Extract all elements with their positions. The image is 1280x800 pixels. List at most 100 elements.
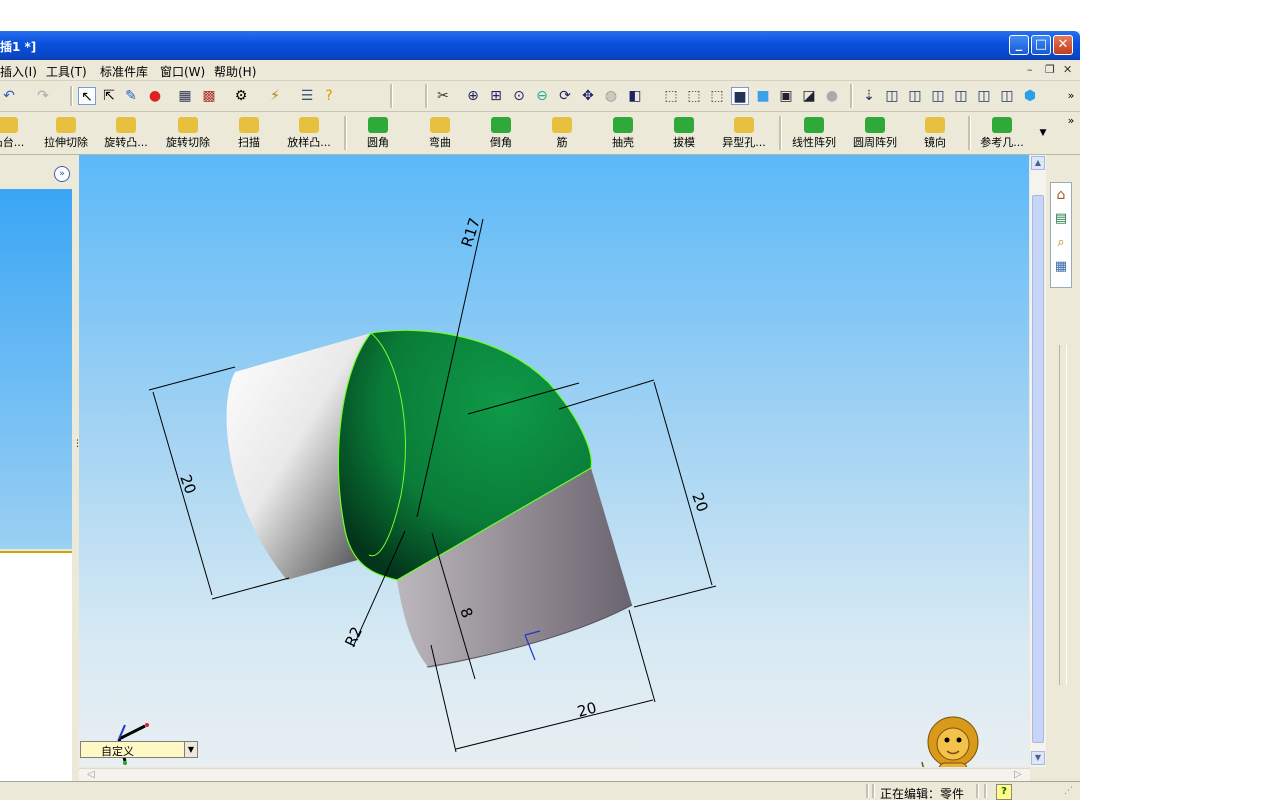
normal-to-icon[interactable]: ⇣ <box>860 87 878 105</box>
shadows-icon[interactable]: ▣ <box>777 87 795 105</box>
dimension-bottom-20[interactable]: 20 <box>575 699 598 721</box>
feature-revolved-boss[interactable]: 旋转凸... <box>96 114 156 150</box>
menu-tools[interactable]: 工具(T) <box>46 63 87 80</box>
right-view-icon[interactable]: ◫ <box>952 87 970 105</box>
feature-chamfer[interactable]: 倒角 <box>471 114 531 150</box>
grid-icon[interactable]: ▦ <box>176 87 194 105</box>
feature-flex[interactable]: 弯曲 <box>410 114 470 150</box>
feature-linear-pattern[interactable]: 线性阵列 <box>784 114 844 150</box>
help-status-icon[interactable]: ? <box>996 784 1012 800</box>
view-palette-icon[interactable]: ▦ <box>1051 255 1071 279</box>
top-view-icon[interactable]: ◫ <box>975 87 993 105</box>
realview-icon[interactable]: ● <box>823 87 841 105</box>
doc-restore-icon[interactable]: ❐ <box>1045 63 1055 76</box>
menu-insert[interactable]: 插入(I) <box>0 63 37 80</box>
expand-pane-icon[interactable]: » <box>54 166 70 182</box>
material-icon[interactable]: ▩ <box>200 87 218 105</box>
isometric-view-icon[interactable]: ⬢ <box>1021 87 1039 105</box>
dimension-r17[interactable]: R17 <box>458 216 484 250</box>
feature-shell[interactable]: 抽壳 <box>593 114 653 150</box>
feature-reference-geometry[interactable]: 参考几... <box>972 114 1032 150</box>
feature-draft[interactable]: 拔模 <box>654 114 714 150</box>
left-view-icon[interactable]: ◫ <box>929 87 947 105</box>
minimize-button[interactable]: _ <box>1009 35 1029 55</box>
dimension-left-20[interactable]: 20 <box>176 472 199 496</box>
toolbar-separator <box>425 84 428 108</box>
zoom-selection-icon[interactable]: ⊖ <box>533 87 551 105</box>
task-pane: ⌂ ▤ ⌕ ▦ <box>1047 155 1077 781</box>
toolbar-separator <box>344 116 347 150</box>
feature-fillet[interactable]: 圆角 <box>348 114 408 150</box>
sweep-icon <box>239 117 259 133</box>
shaded-icon[interactable]: ■ <box>754 87 772 105</box>
close-button[interactable]: ✕ <box>1053 35 1073 55</box>
home-icon[interactable]: ⌂ <box>1051 183 1071 207</box>
doc-minimize-icon[interactable]: – <box>1027 63 1033 76</box>
properties-icon[interactable]: ☰ <box>298 87 316 105</box>
select-icon[interactable]: ↖ <box>78 87 96 105</box>
sketch-icon[interactable]: ✎ <box>122 87 140 105</box>
feature-mirror[interactable]: 镜向 <box>905 114 965 150</box>
hidden-lines-removed-icon[interactable]: ⬚ <box>708 87 726 105</box>
feature-sweep[interactable]: 扫描 <box>219 114 279 150</box>
scroll-left-icon[interactable]: ◁ <box>87 769 95 780</box>
dropdown-arrow-icon[interactable]: ▼ <box>1034 124 1052 142</box>
pan-icon[interactable]: ✥ <box>579 87 597 105</box>
features-overflow-icon[interactable]: » <box>1062 112 1080 130</box>
vertical-scrollbar[interactable]: ▲ ▼ <box>1030 155 1046 767</box>
task-pane-splitter[interactable] <box>1059 345 1067 685</box>
zoom-in-out-icon[interactable]: ⊙ <box>510 87 528 105</box>
scroll-up-icon[interactable]: ▲ <box>1031 156 1045 170</box>
rotate-icon[interactable]: ⟳ <box>556 87 574 105</box>
feature-tree-area[interactable] <box>0 189 72 549</box>
fast-icon[interactable]: ⚡ <box>266 87 284 105</box>
pane-splitter-handle[interactable]: ⋮ <box>73 440 82 471</box>
view-orientation-select[interactable]: 自定义 ▼ <box>80 741 198 758</box>
bottom-view-icon[interactable]: ◫ <box>998 87 1016 105</box>
feature-revolved-cut[interactable]: 旋转切除 <box>158 114 218 150</box>
toolbar-separator <box>850 84 853 108</box>
wireframe-icon[interactable]: ⬚ <box>662 87 680 105</box>
chevron-down-icon[interactable]: ▼ <box>184 742 197 757</box>
undo-icon[interactable]: ↶ <box>0 87 18 105</box>
front-view-icon[interactable]: ◫ <box>883 87 901 105</box>
dimension-right-20[interactable]: 20 <box>688 490 711 514</box>
doc-close-icon[interactable]: ✕ <box>1063 63 1072 76</box>
back-view-icon[interactable]: ◫ <box>906 87 924 105</box>
bottom20-dim-line <box>455 699 654 750</box>
maximize-button[interactable]: □ <box>1031 35 1051 55</box>
feature-hole-wizard[interactable]: 异型孔... <box>714 114 774 150</box>
menu-help[interactable]: 帮助(H) <box>214 63 256 80</box>
view-orientation-icon[interactable]: ◧ <box>626 87 644 105</box>
zoom-fit-icon[interactable]: ⊕ <box>464 87 482 105</box>
dimension-r2[interactable]: R2 <box>341 624 366 650</box>
redo-icon[interactable]: ↷ <box>34 87 52 105</box>
scroll-thumb[interactable] <box>1032 195 1044 743</box>
perspective-icon[interactable]: ◪ <box>800 87 818 105</box>
shaded-with-edges-icon[interactable]: ■ <box>731 87 749 105</box>
feature-extruded-cut[interactable]: 拉伸切除 <box>36 114 96 150</box>
feature-circular-pattern[interactable]: 圆周阵列 <box>845 114 905 150</box>
smart-dimension-icon[interactable]: ✂ <box>434 87 452 105</box>
design-library-icon[interactable]: ▤ <box>1051 207 1071 231</box>
menu-standard-library[interactable]: 标准件库 <box>100 63 148 80</box>
feature-boss-extrude[interactable]: 凸台... <box>0 114 38 150</box>
scroll-right-icon[interactable]: ▷ <box>1014 769 1022 780</box>
feature-rib[interactable]: 筋 <box>532 114 592 150</box>
feature-loft[interactable]: 放样凸... <box>279 114 339 150</box>
options-icon[interactable]: ⚙ <box>232 87 250 105</box>
help-icon[interactable]: ? <box>320 87 338 105</box>
graphics-viewport[interactable]: R17 R2 20 20 8 20 <box>79 155 1029 767</box>
hole-wizard-icon <box>734 117 754 133</box>
rebuild-icon[interactable]: ● <box>146 87 164 105</box>
zoom-area-icon[interactable]: ⊞ <box>487 87 505 105</box>
menu-window[interactable]: 窗口(W) <box>160 63 205 80</box>
resize-grip-icon[interactable]: ⋰ <box>1064 786 1073 796</box>
scroll-down-icon[interactable]: ▼ <box>1031 751 1045 765</box>
model-canvas[interactable]: R17 R2 20 20 8 20 <box>79 155 1029 767</box>
file-explorer-icon[interactable]: ⌕ <box>1051 231 1071 255</box>
toolbar-overflow-icon[interactable]: » <box>1062 87 1080 105</box>
hidden-lines-visible-icon[interactable]: ⬚ <box>685 87 703 105</box>
select-other-icon[interactable]: ⇱ <box>100 87 118 105</box>
section-view-icon[interactable]: ◍ <box>602 87 620 105</box>
